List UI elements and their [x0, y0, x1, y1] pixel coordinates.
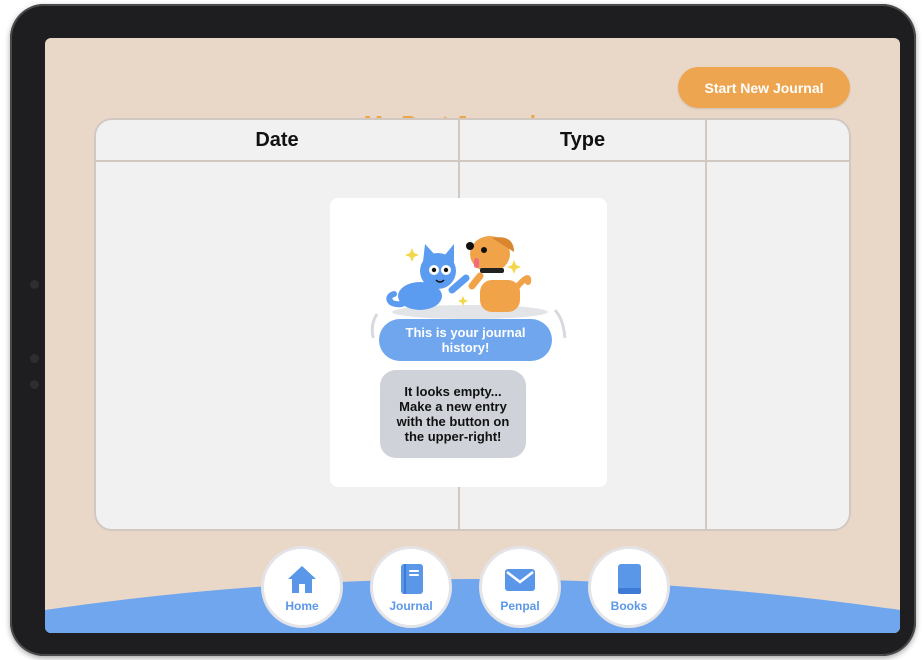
- column-header-type: Type: [559, 129, 606, 151]
- nav-penpal-button[interactable]: Penpal: [479, 546, 561, 628]
- journal-icon: [401, 563, 423, 594]
- nav-books-label: Books: [610, 598, 648, 613]
- mail-icon: [505, 568, 535, 591]
- empty-state-title: This is your journal history!: [379, 319, 552, 361]
- book-icon: [618, 563, 641, 594]
- table-header: Date Type: [96, 120, 849, 162]
- column-header-date: Date: [255, 129, 299, 151]
- nav-home-button[interactable]: Home: [261, 546, 343, 628]
- home-icon: [288, 565, 316, 593]
- column-header-extra: [707, 120, 849, 160]
- nav-journal-button[interactable]: Journal: [370, 546, 452, 628]
- empty-state-message: It looks empty... Make a new entry with …: [380, 370, 526, 458]
- column-divider: [705, 120, 707, 529]
- nav-home-label: Home: [285, 598, 319, 613]
- nav-journal-label: Journal: [389, 598, 433, 613]
- start-new-journal-button[interactable]: Start New Journal: [678, 67, 850, 108]
- app-screen: My Past Journals Start New Journal Date …: [45, 38, 900, 633]
- device-button: [30, 354, 39, 363]
- empty-state-card: This is your journal history! It looks e…: [330, 198, 607, 487]
- nav-penpal-label: Penpal: [500, 598, 540, 613]
- device-button: [30, 380, 39, 389]
- bottom-nav-background: [45, 579, 900, 633]
- device-button: [30, 280, 39, 289]
- nav-books-button[interactable]: Books: [588, 546, 670, 628]
